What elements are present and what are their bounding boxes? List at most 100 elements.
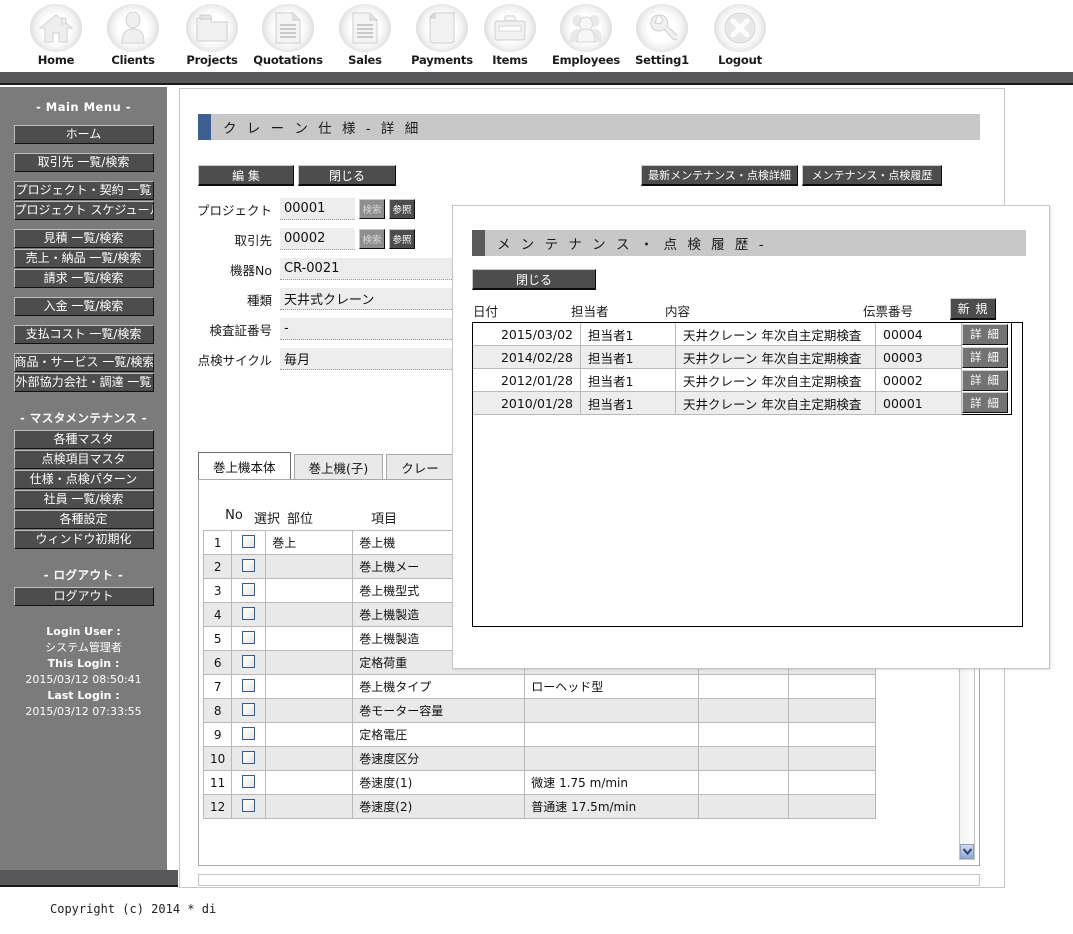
row-checkbox[interactable] xyxy=(242,774,256,788)
nav-item-home[interactable]: Home xyxy=(18,4,94,67)
history-cell-content: 天井クレーン 年次自主定期検査 xyxy=(675,345,876,369)
spec-cell-part xyxy=(265,554,354,579)
sidebar-master-item-1[interactable]: 点検項目マスタ xyxy=(13,450,154,469)
last-login-value: 2015/03/12 07:33:55 xyxy=(25,705,142,718)
form-input-2[interactable]: CR-0021 xyxy=(280,258,458,280)
history-cell-slip: 00004 xyxy=(875,322,962,346)
spec-cell-part xyxy=(265,674,354,699)
history-col-person: 担当者 xyxy=(571,304,609,319)
row-checkbox[interactable] xyxy=(242,654,256,668)
history-cell-person: 担当者1 xyxy=(580,391,676,415)
nav-item-items[interactable]: Items xyxy=(472,4,548,67)
row-checkbox[interactable] xyxy=(242,702,256,716)
row-checkbox[interactable] xyxy=(242,558,256,572)
sidebar-master-item-0[interactable]: 各種マスタ xyxy=(13,430,154,449)
spec-cell-item: 巻モーター容量 xyxy=(352,698,526,723)
spec-cell-select xyxy=(231,698,267,723)
row-checkbox[interactable] xyxy=(242,726,256,740)
sidebar-master-item-3[interactable]: 社員 一覧/検索 xyxy=(13,490,154,509)
spec-cell-select xyxy=(231,674,267,699)
history-cell-date: 2010/01/28 xyxy=(472,391,581,415)
spec-cell-extra1 xyxy=(698,746,790,771)
detail-button[interactable]: 詳 細 xyxy=(962,323,1008,345)
form-input-5[interactable]: 毎月 xyxy=(280,348,458,370)
nav-item-sales[interactable]: Sales xyxy=(327,4,403,67)
row-checkbox[interactable] xyxy=(242,534,256,548)
tab-0[interactable]: 巻上機本体 xyxy=(198,452,291,479)
sidebar-item-g6-0[interactable]: 商品・サービス 一覧/検索 xyxy=(13,353,154,372)
form-input-4[interactable]: - xyxy=(280,318,458,340)
form-row-3: 種類 天井式クレーン xyxy=(190,287,458,311)
row-checkbox[interactable] xyxy=(242,582,256,596)
spec-cell-extra1 xyxy=(698,674,790,699)
nav-item-payments[interactable]: Payments xyxy=(404,4,480,67)
spec-cell-select xyxy=(231,602,267,627)
history-cell-action: 詳 細 xyxy=(962,346,1012,369)
sidebar-master-item-4[interactable]: 各種設定 xyxy=(13,510,154,529)
sidebar-item-g6-1[interactable]: 外部協力会社・調達 一覧 xyxy=(13,373,154,392)
detail-button[interactable]: 詳 細 xyxy=(962,392,1008,414)
sidebar-master-item-5[interactable]: ウィンドウ初期化 xyxy=(13,530,154,549)
spec-cell-value: 微速 1.75 m/min xyxy=(524,770,700,795)
nav-item-employees[interactable]: Employees xyxy=(548,4,624,67)
form-input-1[interactable]: 00002 xyxy=(280,228,355,250)
scroll-down-arrow-icon[interactable] xyxy=(960,844,974,859)
sidebar-item-g2-0[interactable]: プロジェクト・契約 一覧 xyxy=(13,181,154,200)
edit-button[interactable]: 編 集 xyxy=(198,165,294,186)
form-search-button-1[interactable]: 検索 xyxy=(359,229,385,249)
row-checkbox[interactable] xyxy=(242,750,256,764)
row-checkbox[interactable] xyxy=(242,630,256,644)
tab-1[interactable]: 巻上機(子) xyxy=(293,454,384,479)
dialog-close-button[interactable]: 閉じる xyxy=(472,269,596,290)
form-reference-button-0[interactable]: 参照 xyxy=(389,199,415,219)
sidebar-item-g0-0[interactable]: ホーム xyxy=(13,125,154,144)
this-login-value: 2015/03/12 08:50:41 xyxy=(25,673,142,686)
sidebar-logout-button[interactable]: ログアウト xyxy=(13,587,154,606)
sidebar-item-g3-0[interactable]: 見積 一覧/検索 xyxy=(13,229,154,248)
row-checkbox[interactable] xyxy=(242,798,256,812)
detail-button[interactable]: 詳 細 xyxy=(962,369,1008,391)
new-record-button[interactable]: 新 規 xyxy=(950,298,996,320)
nav-item-setting1[interactable]: Setting1 xyxy=(624,4,700,67)
row-checkbox[interactable] xyxy=(242,678,256,692)
history-col-date: 日付 xyxy=(473,304,499,319)
detail-button[interactable]: 詳 細 xyxy=(962,346,1008,368)
form-input-3[interactable]: 天井式クレーン xyxy=(280,288,458,310)
document-icon xyxy=(262,4,314,52)
sidebar-item-g4-0[interactable]: 入金 一覧/検索 xyxy=(13,297,154,316)
latest-maintenance-detail-button[interactable]: 最新メンテナンス・点検詳細 xyxy=(641,165,798,186)
spec-col-no: No xyxy=(225,508,243,523)
nav-item-clients[interactable]: Clients xyxy=(95,4,171,67)
sidebar-item-g2-1[interactable]: プロジェクト スケジュール xyxy=(13,201,154,220)
nav-item-label: Setting1 xyxy=(635,53,689,67)
briefcase-icon xyxy=(484,4,536,52)
sidebar-item-g3-2[interactable]: 請求 一覧/検索 xyxy=(13,269,154,288)
sidebar-item-g5-0[interactable]: 支払コスト 一覧/検索 xyxy=(13,325,154,344)
nav-item-quotations[interactable]: Quotations xyxy=(250,4,326,67)
history-cell-date: 2012/01/28 xyxy=(472,368,581,392)
spec-cell-select xyxy=(231,794,267,819)
close-button[interactable]: 閉じる xyxy=(298,165,396,186)
form-reference-button-1[interactable]: 参照 xyxy=(389,229,415,249)
spec-cell-item: 巻上機タイプ xyxy=(352,674,526,699)
spec-cell-extra1 xyxy=(698,698,790,723)
spec-cell-value: ローヘッド型 xyxy=(524,674,700,699)
form-label-0: プロジェクト xyxy=(196,202,272,218)
spec-cell-part xyxy=(265,578,354,603)
nav-item-logout[interactable]: Logout xyxy=(702,4,778,67)
form-search-button-0[interactable]: 検索 xyxy=(359,199,385,219)
spec-table-row: 11 巻速度(1) 微速 1.75 m/min xyxy=(202,770,877,795)
row-checkbox[interactable] xyxy=(242,606,256,620)
history-cell-slip: 00001 xyxy=(875,391,962,415)
nav-item-projects[interactable]: Projects xyxy=(174,4,250,67)
form-input-0[interactable]: 00001 xyxy=(280,198,355,220)
sidebar-item-g3-1[interactable]: 売上・納品 一覧/検索 xyxy=(13,249,154,268)
spec-cell-select xyxy=(231,722,267,747)
maintenance-history-button[interactable]: メンテナンス・点検履歴 xyxy=(802,165,942,186)
page-title-bar: ク レ ー ン 仕 様 - 詳 細 xyxy=(198,114,980,140)
sidebar-master-item-2[interactable]: 仕様・点検パターン xyxy=(13,470,154,489)
spec-table-row: 10 巻速度区分 xyxy=(202,746,877,771)
tab-2[interactable]: クレー xyxy=(386,454,454,479)
sidebar-item-g1-0[interactable]: 取引先 一覧/検索 xyxy=(13,153,154,172)
history-table-row: 2014/02/28 担当者1 天井クレーン 年次自主定期検査 00003 詳 細 xyxy=(472,345,1012,369)
